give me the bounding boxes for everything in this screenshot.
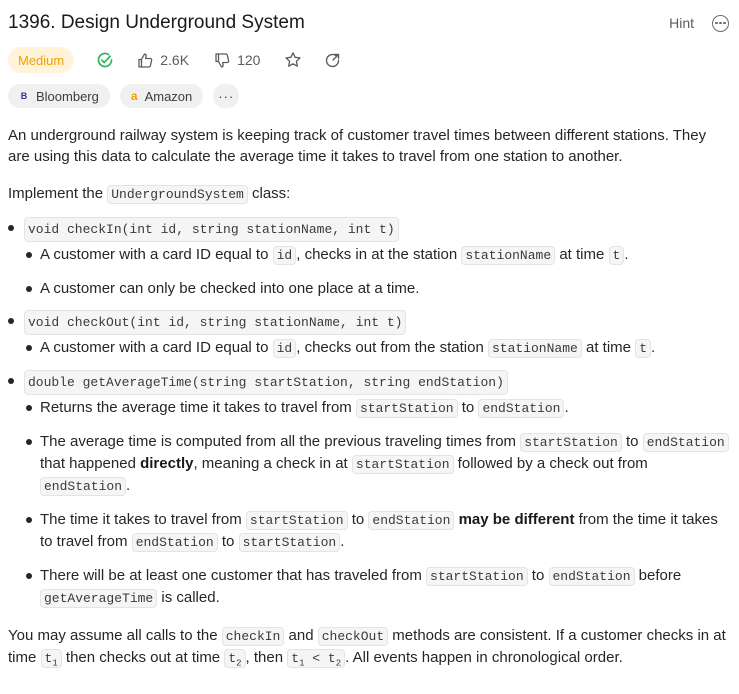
more-options-icon[interactable] — [712, 14, 729, 32]
method-item: void checkOut(int id, string stationName… — [8, 310, 729, 359]
like-button[interactable]: 2.6K — [137, 52, 189, 69]
list-item: A customer with a card ID equal to id, c… — [24, 337, 729, 359]
method-signature: double getAverageTime(string startStatio… — [24, 370, 508, 395]
company-tags: B Bloomberg a Amazon ··· — [8, 84, 240, 108]
difficulty-badge: Medium — [8, 47, 75, 73]
dislike-button[interactable]: 120 — [214, 52, 260, 69]
method-notes: A customer with a card ID equal to id, c… — [24, 337, 729, 359]
list-item: The average time is computed from all th… — [24, 431, 729, 497]
problem-description: An underground railway system is keeping… — [8, 125, 729, 675]
thumbs-up-icon — [138, 52, 153, 68]
share-icon[interactable] — [324, 52, 341, 69]
dislike-count: 120 — [237, 52, 261, 68]
tag-label: Amazon — [144, 88, 193, 104]
list-item: The time it takes to travel from startSt… — [24, 509, 729, 553]
tag-bloomberg[interactable]: B Bloomberg — [8, 84, 110, 108]
thumbs-down-icon — [215, 52, 230, 68]
closing-paragraph: You may assume all calls to the checkIn … — [8, 627, 726, 669]
like-count: 2.6K — [160, 52, 190, 68]
method-item: void checkIn(int id, string stationName,… — [8, 217, 729, 299]
title-row: 1396. Design Underground System Hint — [8, 10, 729, 36]
tag-amazon[interactable]: a Amazon — [119, 84, 204, 108]
tag-label: Bloomberg — [36, 88, 99, 104]
method-notes: A customer with a card ID equal to id, c… — [24, 244, 729, 299]
method-list: void checkIn(int id, string stationName,… — [8, 217, 729, 609]
star-icon[interactable] — [284, 51, 302, 69]
method-notes: Returns the average time it takes to tra… — [24, 397, 729, 609]
more-tags-button[interactable]: ··· — [213, 84, 240, 108]
inline-code: UndergroundSystem — [107, 185, 248, 204]
hint-button[interactable]: Hint — [669, 15, 694, 31]
list-item: A customer can only be checked into one … — [24, 278, 729, 299]
solved-check-icon — [96, 51, 114, 69]
intro-paragraph: An underground railway system is keeping… — [8, 127, 707, 165]
amazon-logo-icon: a — [130, 89, 138, 103]
implement-paragraph: Implement the UndergroundSystem class: — [8, 185, 291, 204]
problem-page: 1396. Design Underground System Hint Med… — [0, 0, 739, 694]
list-item: A customer with a card ID equal to id, c… — [24, 244, 729, 266]
bloomberg-logo-icon: B — [20, 91, 28, 101]
title-actions: Hint — [669, 14, 729, 32]
method-item: double getAverageTime(string startStatio… — [8, 370, 729, 609]
list-item: Returns the average time it takes to tra… — [24, 397, 729, 419]
method-signature: void checkOut(int id, string stationName… — [24, 310, 407, 335]
meta-row: Medium 2.6K 120 — [8, 47, 341, 73]
problem-title: 1396. Design Underground System — [8, 12, 305, 33]
method-signature: void checkIn(int id, string stationName,… — [24, 217, 399, 242]
list-item: There will be at least one customer that… — [24, 565, 729, 609]
